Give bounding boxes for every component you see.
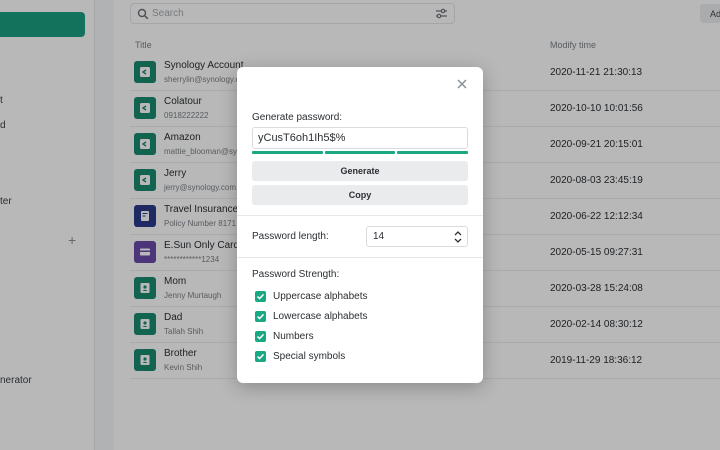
checkbox-checked-icon[interactable]	[255, 330, 266, 342]
password-length-stepper[interactable]: 14	[366, 226, 468, 247]
checkbox-checked-icon[interactable]	[255, 310, 266, 322]
stepper-arrows-icon[interactable]	[454, 230, 462, 244]
password-generator-dialog: Generate password: Generate Copy Passwor…	[237, 67, 483, 383]
checkbox-checked-icon[interactable]	[255, 290, 266, 302]
copy-button[interactable]: Copy	[252, 185, 468, 205]
strength-segment	[252, 151, 323, 154]
password-length-label: Password length:	[252, 231, 329, 242]
strength-option[interactable]: Special symbols	[255, 349, 345, 363]
strength-option[interactable]: Lowercase alphabets	[255, 309, 368, 323]
password-strength-bar	[252, 151, 469, 154]
strength-option[interactable]: Uppercase alphabets	[255, 289, 368, 303]
strength-option-label: Special symbols	[273, 350, 346, 362]
strength-segment	[324, 151, 396, 154]
strength-option-label: Numbers	[273, 330, 314, 342]
password-length-value: 14	[373, 231, 385, 242]
password-strength-label: Password Strength:	[252, 269, 340, 280]
strength-option-label: Uppercase alphabets	[273, 290, 368, 302]
close-icon[interactable]	[455, 77, 469, 91]
strength-option[interactable]: Numbers	[255, 329, 314, 343]
generated-password-field[interactable]	[252, 127, 468, 149]
divider	[237, 257, 483, 258]
strength-option-label: Lowercase alphabets	[273, 310, 368, 322]
generate-password-label: Generate password:	[252, 112, 343, 123]
checkbox-checked-icon[interactable]	[255, 350, 266, 362]
divider	[237, 215, 483, 216]
strength-segment	[397, 151, 469, 154]
generate-button[interactable]: Generate	[252, 161, 468, 181]
